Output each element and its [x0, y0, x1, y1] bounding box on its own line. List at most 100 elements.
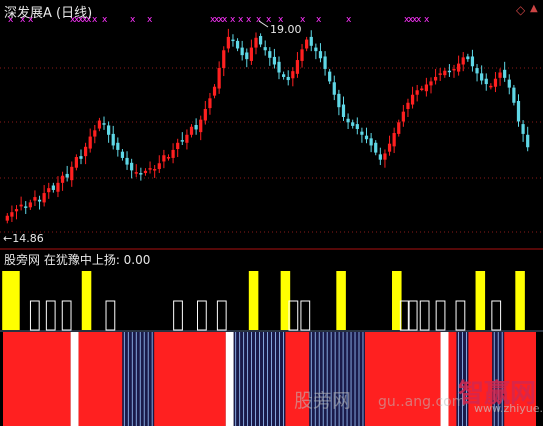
candle-up — [498, 72, 502, 78]
scroll-up-icon[interactable]: ▲ — [530, 3, 538, 14]
hollow-signal-bar — [419, 300, 430, 331]
candle-up — [199, 119, 203, 133]
hollow-signal-bar — [435, 300, 446, 331]
candle-up — [424, 84, 428, 92]
yellow-signal-bar — [10, 271, 20, 330]
hollow-signal-bar — [173, 300, 183, 331]
candle-up — [134, 172, 138, 174]
candle-up — [212, 86, 217, 96]
candle-down — [120, 151, 125, 158]
candle-up — [74, 157, 78, 168]
candle-up — [217, 68, 221, 89]
watermark-text: 股旁网 — [294, 390, 352, 412]
candle-up — [162, 155, 166, 162]
candle-up — [33, 197, 37, 201]
kline-chart[interactable]: x x x xxxxx x x x x xxxx x x x x x x x x x xxxx x 19.00 ←14… — [0, 0, 543, 426]
candle-up — [88, 136, 92, 149]
candle-down — [360, 131, 364, 135]
candle-down — [447, 70, 452, 73]
candle-down — [263, 47, 267, 51]
candle-up — [60, 175, 65, 183]
indicator-block — [78, 332, 123, 426]
candle-down — [125, 157, 129, 165]
candle-up — [47, 188, 51, 193]
candle-down — [521, 124, 525, 134]
candle-up — [185, 134, 189, 143]
candle-down — [286, 76, 290, 81]
candle-down — [323, 56, 327, 69]
candle-down — [346, 118, 350, 123]
candle-down — [512, 87, 516, 103]
candle-down — [341, 104, 346, 117]
high-price-label: 19.00 — [270, 23, 302, 36]
candle-down — [231, 39, 235, 42]
candle-down — [355, 124, 359, 129]
candle-up — [291, 71, 295, 79]
candle-down — [314, 47, 318, 52]
candle-up — [397, 122, 401, 134]
signal-marker: x — [222, 15, 228, 25]
candle-down — [480, 73, 484, 81]
candle-down — [364, 135, 369, 140]
hollow-signal-bar — [105, 300, 116, 331]
indicator-block — [364, 332, 441, 426]
watermark-url: gu..ang.com — [378, 394, 466, 410]
diamond-icon[interactable]: ◇ — [516, 3, 525, 17]
candle-up — [208, 98, 212, 109]
candle-up — [203, 108, 207, 121]
candle-up — [222, 50, 226, 69]
candle-up — [295, 60, 300, 74]
candle-down — [111, 133, 115, 146]
candle-down — [79, 156, 83, 159]
yellow-signal-bar — [81, 271, 92, 330]
candle-up — [171, 149, 175, 158]
candle-up — [157, 163, 161, 170]
candle-down — [332, 82, 336, 95]
signal-marker: x — [147, 15, 153, 25]
candle-up — [97, 120, 102, 129]
low-price-label: ←14.86 — [3, 232, 44, 245]
hollow-signal-bar — [399, 300, 410, 331]
candle-down — [470, 56, 475, 67]
candle-down — [337, 93, 341, 108]
candle-up — [438, 73, 442, 75]
candle-up — [443, 70, 447, 76]
candle-down — [475, 68, 479, 74]
candle-down — [526, 134, 530, 148]
candle-up — [383, 153, 387, 160]
candle-up — [392, 133, 396, 147]
candle-up — [189, 126, 194, 135]
signal-marker: x — [256, 15, 262, 25]
chart-title: 深发展A (日线) — [4, 6, 93, 21]
indicator-title: 股旁网 在犹豫中上扬: 0.00 — [4, 253, 151, 267]
signal-marker: x — [92, 15, 98, 25]
candle-down — [139, 173, 143, 175]
hollow-signal-bar — [29, 300, 40, 331]
candle-up — [226, 36, 230, 49]
candle-up — [300, 49, 304, 61]
candle-up — [249, 47, 253, 61]
candle-down — [24, 206, 28, 208]
signal-marker: x — [424, 15, 430, 25]
candle-down — [240, 47, 244, 56]
signal-marker: x — [416, 15, 422, 25]
hollow-signal-bar — [455, 300, 466, 331]
candle-up — [10, 212, 14, 217]
candle-down — [65, 173, 69, 178]
candle-down — [466, 56, 470, 60]
candle-down — [51, 185, 55, 190]
signal-marker: x — [102, 15, 108, 25]
indicator-block — [225, 332, 234, 426]
candle-up — [28, 202, 32, 208]
yellow-signal-bar — [336, 271, 346, 330]
candle-down — [503, 69, 507, 78]
hollow-signal-bar — [491, 300, 502, 331]
candle-down — [268, 51, 272, 58]
candle-up — [387, 143, 392, 152]
signal-marker: x — [238, 15, 244, 25]
candle-down — [318, 51, 323, 59]
candle-up — [420, 88, 424, 91]
candle-up — [415, 90, 419, 95]
candle-up — [452, 68, 456, 71]
hollow-signal-bar — [197, 300, 207, 331]
